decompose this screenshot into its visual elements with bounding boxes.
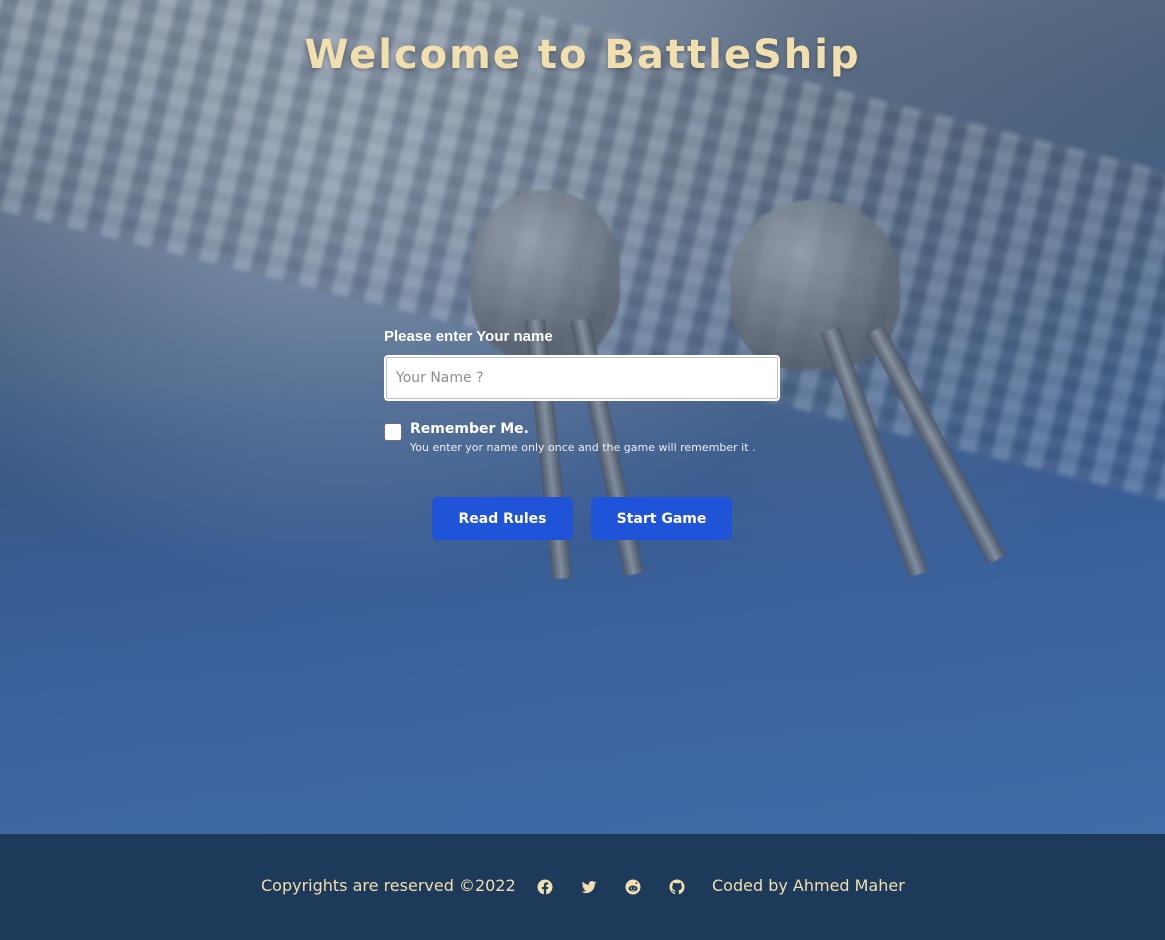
barrel-4 bbox=[866, 325, 1006, 565]
remember-hint: You enter yor name only once and the gam… bbox=[410, 441, 756, 454]
name-label: Please enter Your name bbox=[384, 328, 553, 345]
remember-label: Remember Me. bbox=[410, 421, 529, 437]
github-icon[interactable] bbox=[668, 878, 686, 896]
remember-checkbox[interactable] bbox=[384, 423, 402, 441]
name-input[interactable] bbox=[384, 355, 780, 401]
facebook-icon[interactable] bbox=[536, 878, 554, 896]
page: Welcome to BattleShip Please enter Your … bbox=[0, 0, 1165, 940]
name-form: Please enter Your name Remember Me. You … bbox=[384, 328, 780, 457]
page-title: Welcome to BattleShip bbox=[304, 32, 861, 78]
copyright-text: Copyrights are reserved ©2022 bbox=[261, 876, 516, 895]
twitter-icon[interactable] bbox=[580, 878, 598, 896]
barrel-3 bbox=[820, 326, 929, 578]
reddit-icon[interactable] bbox=[624, 878, 642, 896]
read-rules-button[interactable]: Read Rules bbox=[432, 497, 573, 540]
credit-text: Coded by Ahmed Maher bbox=[712, 876, 905, 895]
start-game-button[interactable]: Start Game bbox=[591, 497, 732, 540]
remember-me: Remember Me. You enter yor name only onc… bbox=[384, 421, 780, 457]
